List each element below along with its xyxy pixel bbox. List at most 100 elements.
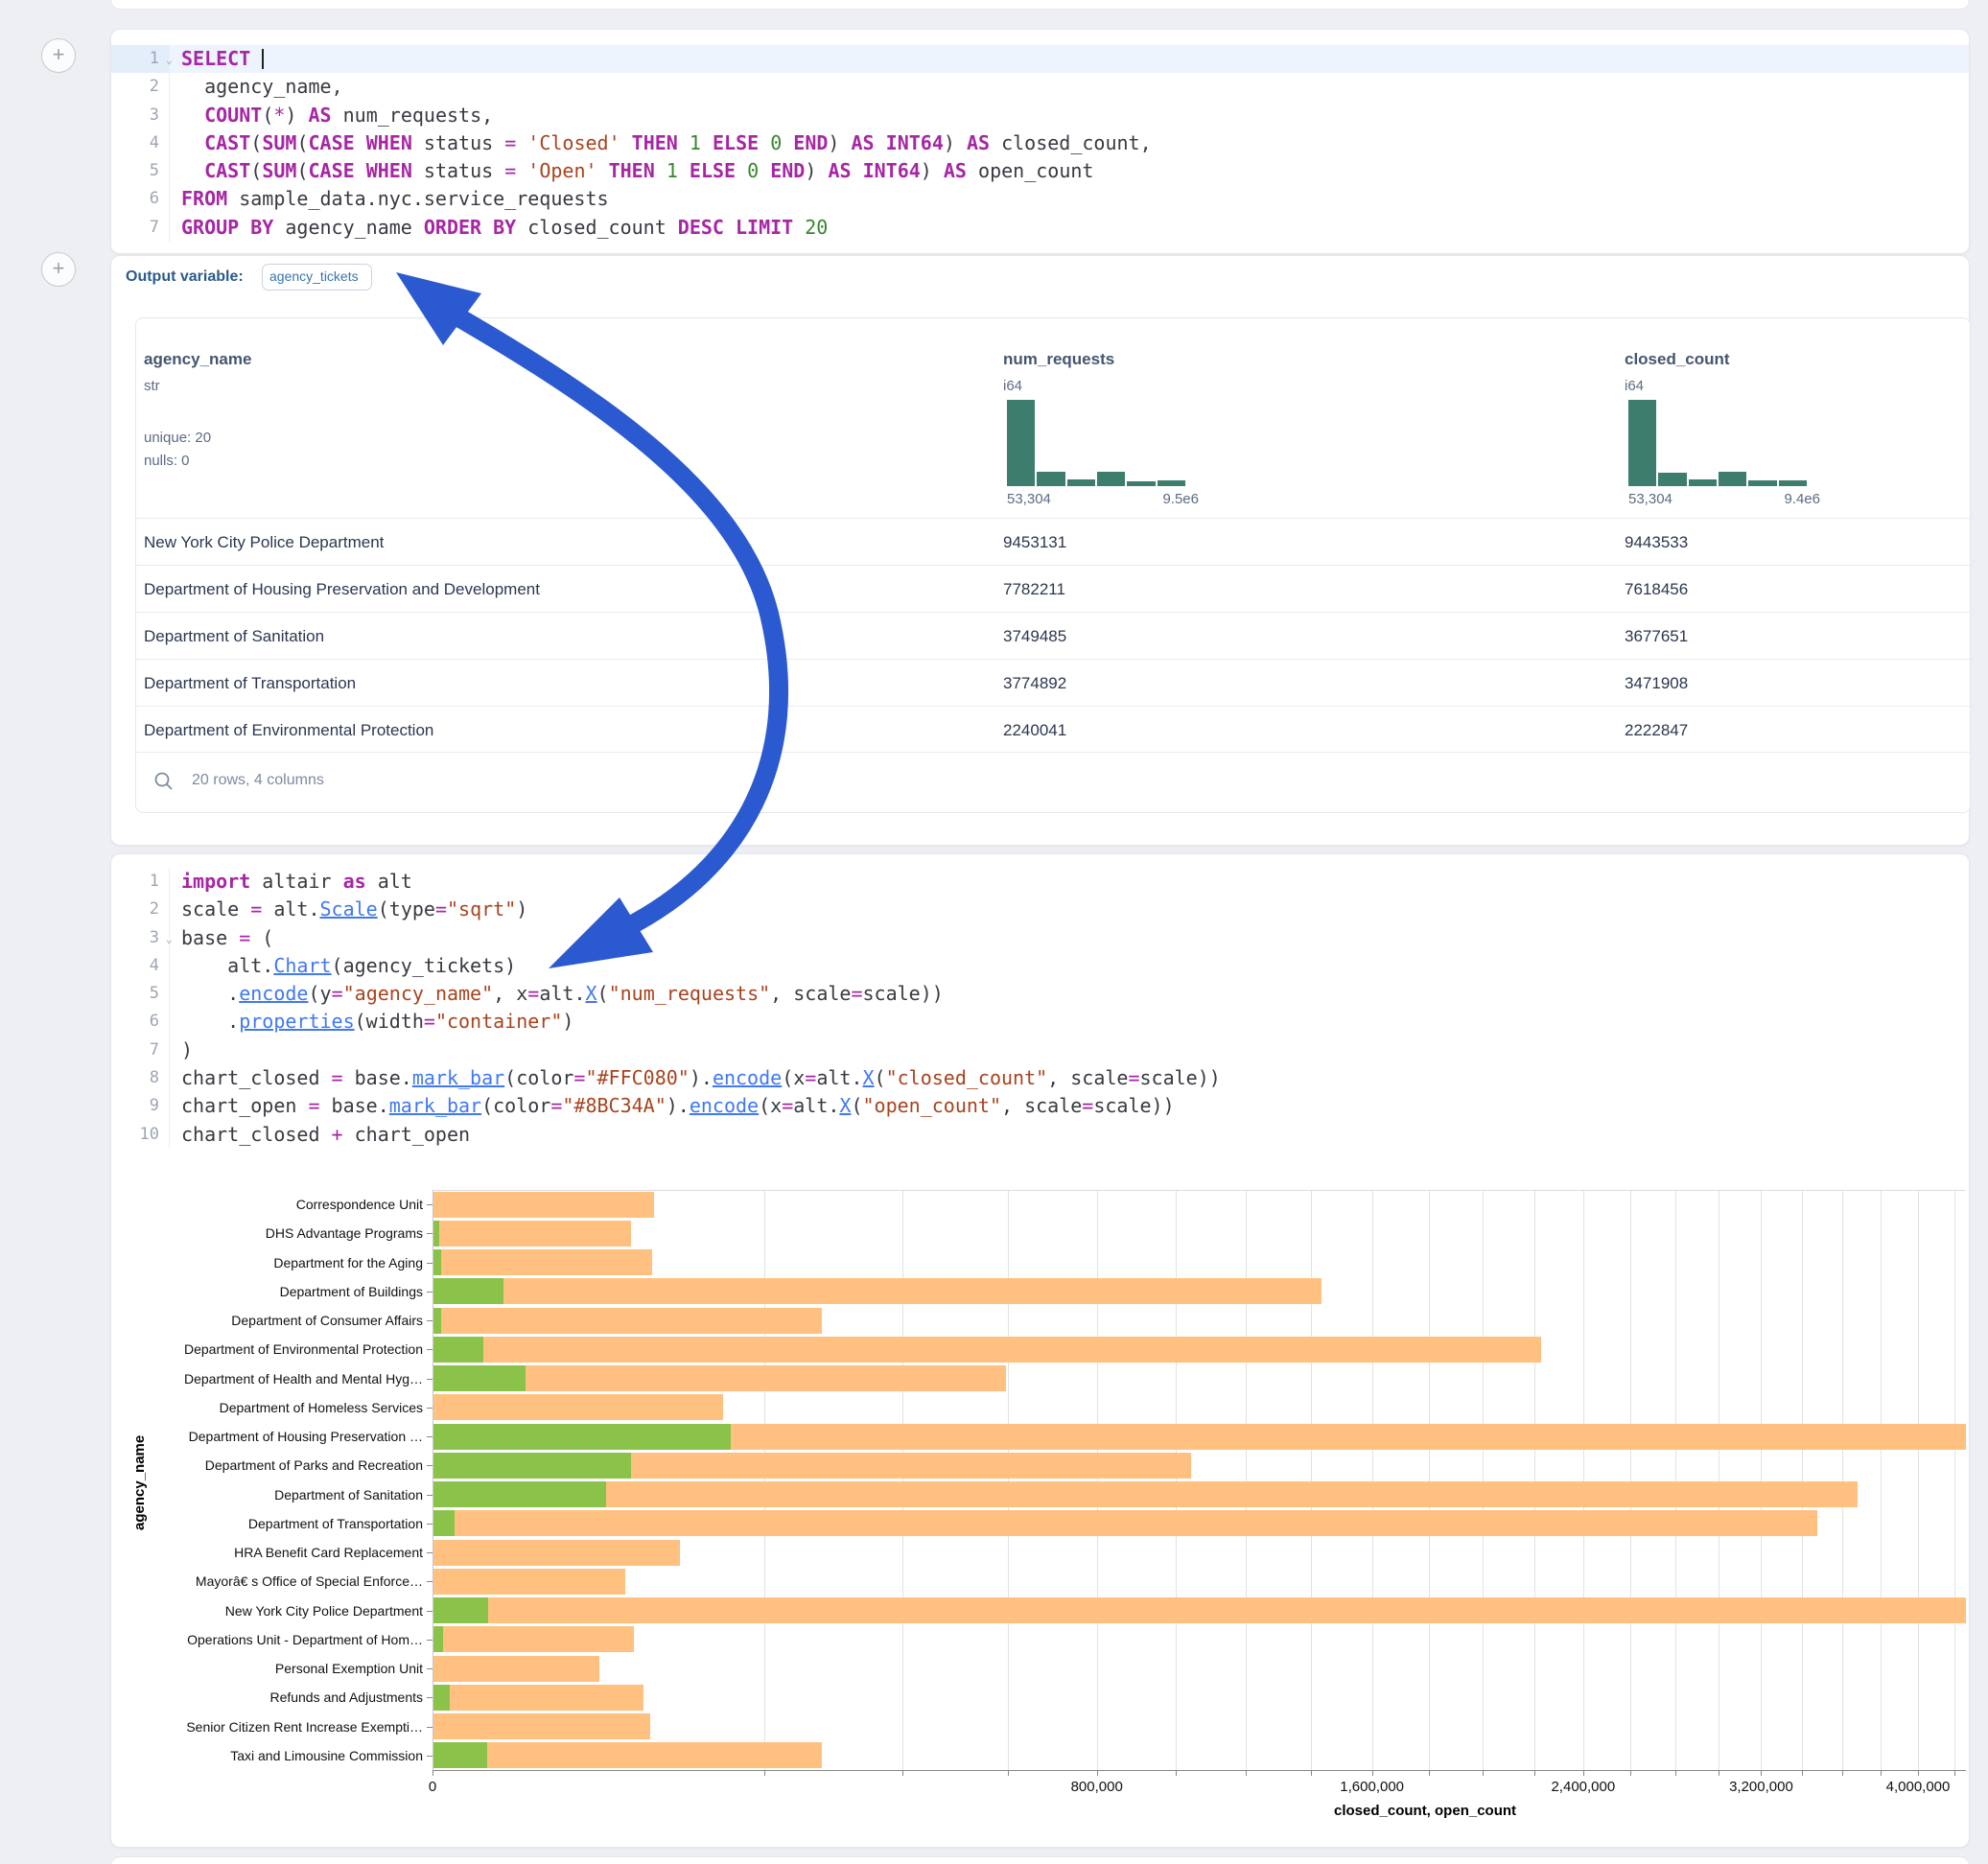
table-row[interactable]: Department of Housing Preservation and D… [136,565,1970,613]
column-meta-unique: unique: 20 [144,427,211,450]
table-row[interactable]: Department of Environmental Protection22… [136,706,1970,754]
output-variable-pill[interactable]: agency_tickets [262,264,372,291]
bar-closed-count[interactable] [433,1337,1541,1363]
code-text: scale = alt.Scale(type="sqrt") [170,896,527,923]
table-row[interactable]: Department of Transportation377489234719… [136,659,1970,707]
fold-chevron-icon[interactable]: ⌄ [166,925,173,953]
bar-closed-count[interactable] [433,1481,1858,1507]
bar-closed-count[interactable] [433,1394,723,1420]
line-number: 9 [111,1092,170,1120]
code-line[interactable]: 2 agency_name, [111,73,1969,101]
histogram-bar [1158,480,1185,486]
bar-closed-count[interactable] [433,1221,631,1247]
chart-y-tick [427,1233,433,1234]
bar-open-count[interactable] [433,1742,487,1768]
bar-closed-count[interactable] [433,1278,1321,1304]
code-line[interactable]: 3 COUNT(*) AS num_requests, [111,102,1969,129]
chart-x-tick-label: 800,000 [1040,1779,1155,1795]
table-cell: 7782211 [1003,566,1065,613]
bar-open-count[interactable] [433,1453,631,1479]
code-line[interactable]: 5 CAST(SUM(CASE WHEN status = 'Open' THE… [111,157,1969,185]
code-line[interactable]: 4 CAST(SUM(CASE WHEN status = 'Closed' T… [111,129,1969,157]
bar-open-count[interactable] [433,1308,441,1334]
bar-closed-count[interactable] [433,1742,822,1768]
bar-closed-count[interactable] [433,1656,599,1682]
bar-open-count[interactable] [433,1278,503,1304]
code-line[interactable]: 1import altair as alt [111,868,1969,896]
bar-open-count[interactable] [433,1249,441,1275]
column-meta-nulls: nulls: 0 [144,450,190,473]
chart-gridline [1534,1190,1535,1770]
code-line[interactable]: 8chart_closed = base.mark_bar(color="#FF… [111,1064,1969,1092]
search-icon[interactable] [153,771,175,792]
chart-x-tick-label: 0 [375,1779,490,1795]
bar-open-count[interactable] [433,1365,526,1391]
column-type-num-requests: i64 [1003,378,1022,394]
code-line[interactable]: 2scale = alt.Scale(type="sqrt") [111,896,1969,923]
table-row[interactable]: Department of Sanitation37494853677651 [136,612,1970,660]
add-cell-button-top[interactable]: + [41,38,76,73]
fold-chevron-icon[interactable]: ⌄ [166,46,173,74]
bar-open-count[interactable] [433,1481,606,1507]
sql-code-editor[interactable]: 1⌄SELECT 2 agency_name,3 COUNT(*) AS num… [111,45,1969,242]
hist-min-label: 53,304 [1007,491,1051,507]
bar-closed-count[interactable] [433,1597,1966,1623]
bar-open-count[interactable] [433,1337,483,1363]
code-line[interactable]: 10chart_closed + chart_open [111,1121,1969,1149]
chart-x-tick [1761,1770,1762,1776]
bar-closed-count[interactable] [433,1192,654,1218]
bar-open-count[interactable] [433,1221,439,1247]
bar-closed-count[interactable] [433,1249,652,1275]
chart-gridline [1097,1190,1098,1770]
chart-y-tick [427,1436,433,1437]
line-number: 6 [111,1008,170,1036]
bar-closed-count[interactable] [433,1510,1817,1536]
bar-closed-count[interactable] [433,1626,634,1652]
histogram-bar [1097,472,1125,486]
code-line[interactable]: 9chart_open = base.mark_bar(color="#8BC3… [111,1092,1969,1120]
bar-open-count[interactable] [433,1626,443,1652]
code-line[interactable]: 6FROM sample_data.nyc.service_requests [111,185,1969,213]
bar-open-count[interactable] [433,1510,455,1536]
hist-max-label: 9.4e6 [1784,491,1820,507]
bar-open-count[interactable] [433,1685,450,1711]
chart-x-tick [1630,1770,1631,1776]
chart-y-tick [427,1495,433,1496]
bar-open-count[interactable] [433,1424,731,1450]
code-line[interactable]: 1⌄SELECT [111,45,1969,73]
bar-closed-count[interactable] [433,1308,822,1334]
chart-y-tick [427,1204,433,1205]
code-line[interactable]: 7) [111,1037,1969,1064]
chart-x-tick [1675,1770,1676,1776]
code-line[interactable]: 4 alt.Chart(agency_tickets) [111,952,1969,980]
code-line[interactable]: 5 .encode(y="agency_name", x=alt.X("num_… [111,980,1969,1008]
add-cell-button-output[interactable]: + [41,252,76,287]
code-line[interactable]: 7GROUP BY agency_name ORDER BY closed_co… [111,214,1969,242]
bar-closed-count[interactable] [433,1713,650,1739]
histogram-range-closed-count: 53,304 9.4e6 [1628,491,1820,507]
column-header-num-requests[interactable]: num_requests [1003,350,1114,369]
bar-open-count[interactable] [433,1597,488,1623]
bar-closed-count[interactable] [433,1685,643,1711]
chart-y-tick [427,1552,433,1553]
code-text: ) [170,1037,193,1064]
next-cell-edge [110,1856,1970,1864]
bar-closed-count[interactable] [433,1540,680,1566]
bar-closed-count[interactable] [433,1569,625,1595]
result-table: agency_name str unique: 20 nulls: 0 num_… [135,317,1971,813]
table-row[interactable]: New York City Police Department945313194… [136,518,1970,566]
chart-x-tick [1881,1770,1882,1776]
code-line[interactable]: 3⌄base = ( [111,924,1969,952]
text-cursor [262,49,264,69]
code-text: agency_name, [170,73,343,101]
python-cell-panel: 1import altair as alt2scale = alt.Scale(… [110,853,1970,1848]
column-header-agency-name[interactable]: agency_name [144,350,251,369]
column-header-closed-count[interactable]: closed_count [1625,350,1730,369]
histogram-bar [1748,480,1776,486]
line-number: 5 [111,157,170,185]
table-cell: 3774892 [1003,660,1066,707]
python-code-editor[interactable]: 1import altair as alt2scale = alt.Scale(… [111,868,1969,1149]
chart-x-tick [1246,1770,1247,1776]
code-line[interactable]: 6 .properties(width="container") [111,1008,1969,1036]
chart-y-axis-label: Department of Parks and Recreation [114,1457,423,1473]
